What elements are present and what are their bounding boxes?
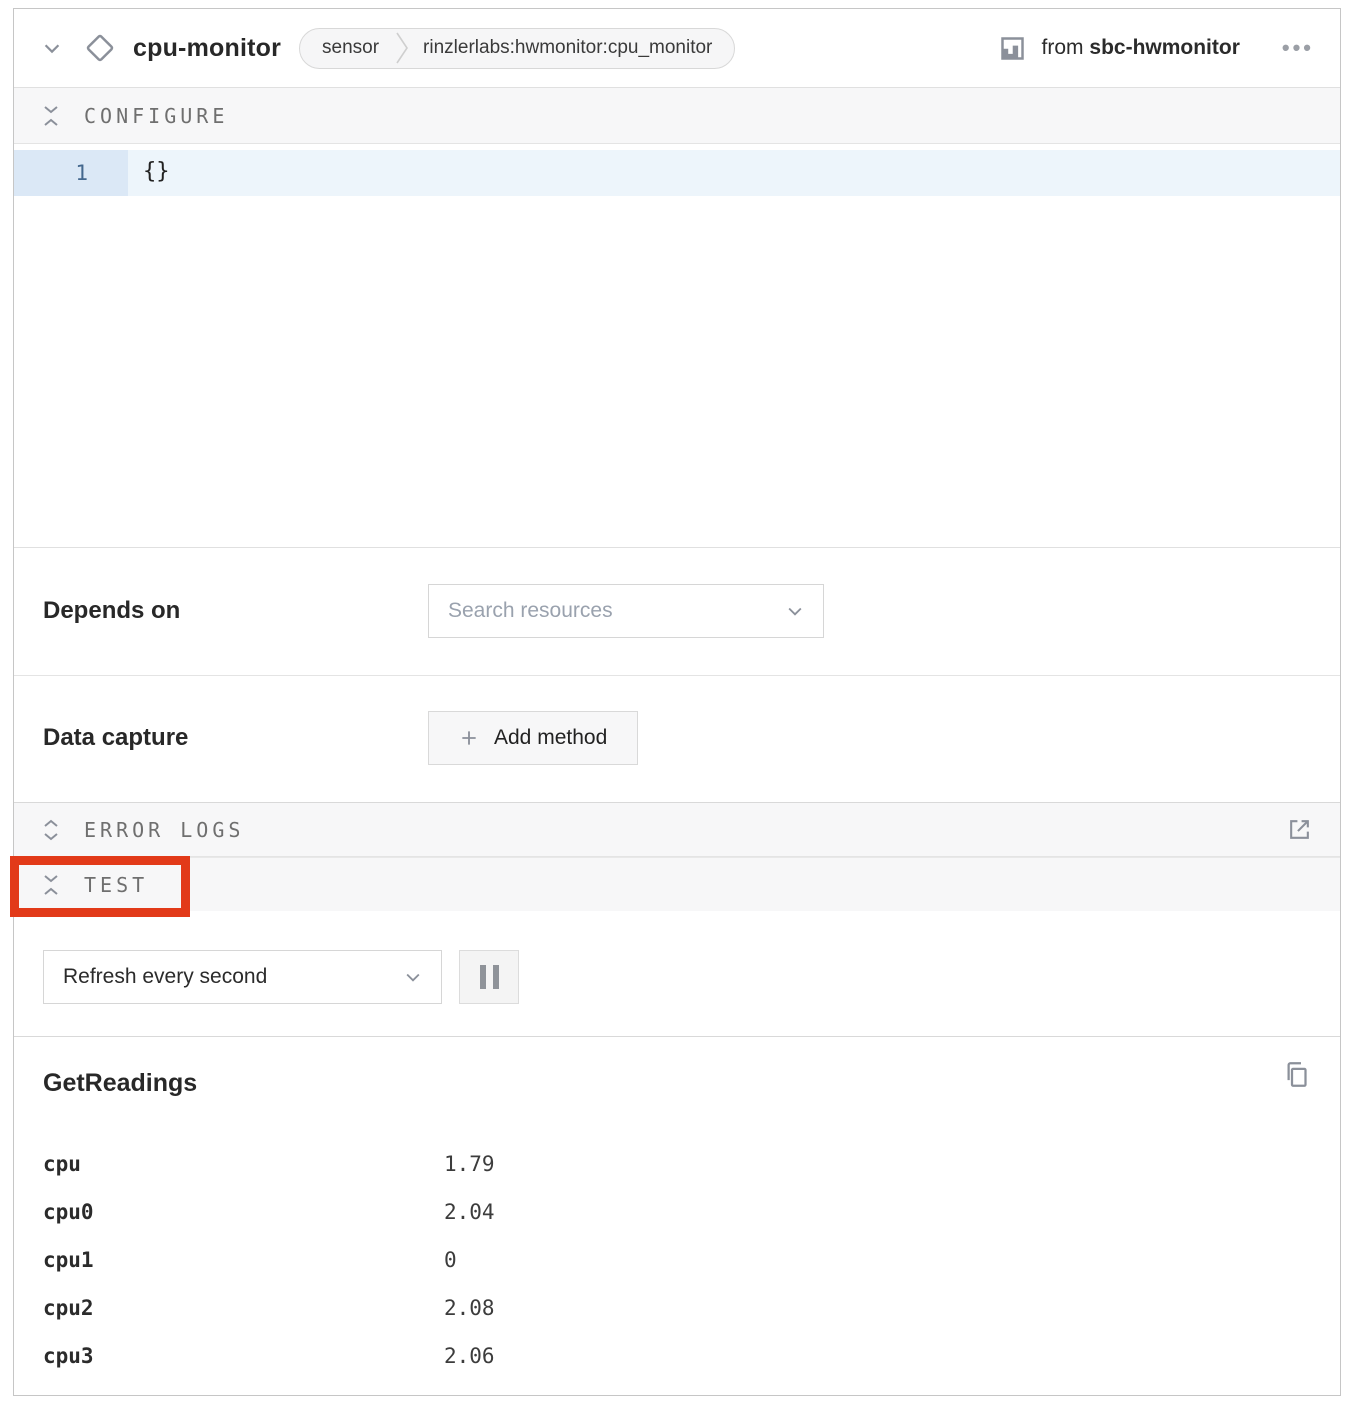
reading-key: cpu0 <box>43 1200 444 1224</box>
component-model: rinzlerlabs:hwmonitor:cpu_monitor <box>423 37 712 59</box>
collapse-section-icon[interactable] <box>42 104 60 128</box>
reading-key: cpu <box>43 1152 444 1176</box>
depends-on-select[interactable]: Search resources <box>428 584 824 638</box>
pause-refresh-button[interactable] <box>459 950 519 1004</box>
from-machine-label: from sbc-hwmonitor <box>1042 36 1240 60</box>
pause-icon <box>480 965 499 989</box>
collapse-chevron-icon[interactable] <box>41 37 63 59</box>
header-right: from sbc-hwmonitor ••• <box>999 35 1314 62</box>
code-content[interactable]: {} <box>128 150 1340 196</box>
reading-row: cpu0 2.04 <box>43 1188 1340 1236</box>
sensor-component-icon <box>85 33 115 63</box>
configure-section-title: CONFIGURE <box>84 104 228 128</box>
component-type: sensor <box>322 37 379 59</box>
reading-value: 0 <box>444 1248 457 1272</box>
component-card: cpu-monitor sensor rinzlerlabs:hwmonitor… <box>13 8 1341 1396</box>
plus-icon <box>459 728 479 748</box>
refresh-rate-value: Refresh every second <box>63 965 267 989</box>
machine-part-icon <box>999 35 1026 62</box>
get-readings-panel: GetReadings cpu 1.79 cpu0 2.04 cpu1 0 cp… <box>14 1037 1340 1395</box>
reading-row: cpu 1.79 <box>43 1140 1340 1188</box>
add-method-button[interactable]: Add method <box>428 711 638 765</box>
reading-key: cpu2 <box>43 1296 444 1320</box>
data-capture-label: Data capture <box>14 711 428 765</box>
method-name: GetReadings <box>43 1069 1340 1098</box>
depends-on-placeholder: Search resources <box>448 599 613 623</box>
reading-value: 2.08 <box>444 1296 495 1320</box>
more-options-button[interactable]: ••• <box>1282 43 1314 53</box>
machine-name: sbc-hwmonitor <box>1089 36 1240 59</box>
chevron-down-icon <box>785 601 805 621</box>
editor-active-line[interactable]: 1 {} <box>14 150 1340 196</box>
collapse-section-icon[interactable] <box>42 873 60 897</box>
reading-row: cpu3 2.06 <box>43 1332 1340 1380</box>
error-logs-section-bar[interactable]: ERROR LOGS <box>14 802 1340 857</box>
component-header: cpu-monitor sensor rinzlerlabs:hwmonitor… <box>14 9 1340 87</box>
test-section-title: TEST <box>84 873 148 897</box>
component-name: cpu-monitor <box>133 34 281 63</box>
component-type-pill: sensor rinzlerlabs:hwmonitor:cpu_monitor <box>299 28 735 69</box>
readings-table: cpu 1.79 cpu0 2.04 cpu1 0 cpu2 2.08 cpu3… <box>43 1140 1340 1380</box>
chevron-down-icon <box>403 967 423 987</box>
data-capture-section: Data capture Add method <box>14 675 1340 802</box>
test-controls: Refresh every second <box>14 911 1340 1037</box>
test-section-bar[interactable]: TEST <box>14 857 1340 911</box>
open-in-new-icon[interactable] <box>1287 817 1312 842</box>
reading-value: 2.06 <box>444 1344 495 1368</box>
configure-section-bar[interactable]: CONFIGURE <box>14 87 1340 144</box>
reading-key: cpu3 <box>43 1344 444 1368</box>
json-config-editor[interactable]: 1 {} <box>14 144 1340 547</box>
depends-on-section: Depends on Search resources <box>14 547 1340 675</box>
refresh-rate-select[interactable]: Refresh every second <box>43 950 442 1004</box>
reading-key: cpu1 <box>43 1248 444 1272</box>
reading-row: cpu1 0 <box>43 1236 1340 1284</box>
error-logs-section-title: ERROR LOGS <box>84 818 244 842</box>
depends-on-label: Depends on <box>14 584 428 638</box>
breadcrumb-separator-icon <box>395 31 409 65</box>
reading-value: 1.79 <box>444 1152 495 1176</box>
expand-section-icon[interactable] <box>42 818 60 842</box>
line-number: 1 <box>14 150 128 196</box>
reading-row: cpu2 2.08 <box>43 1284 1340 1332</box>
reading-value: 2.04 <box>444 1200 495 1224</box>
copy-icon[interactable] <box>1283 1061 1310 1088</box>
